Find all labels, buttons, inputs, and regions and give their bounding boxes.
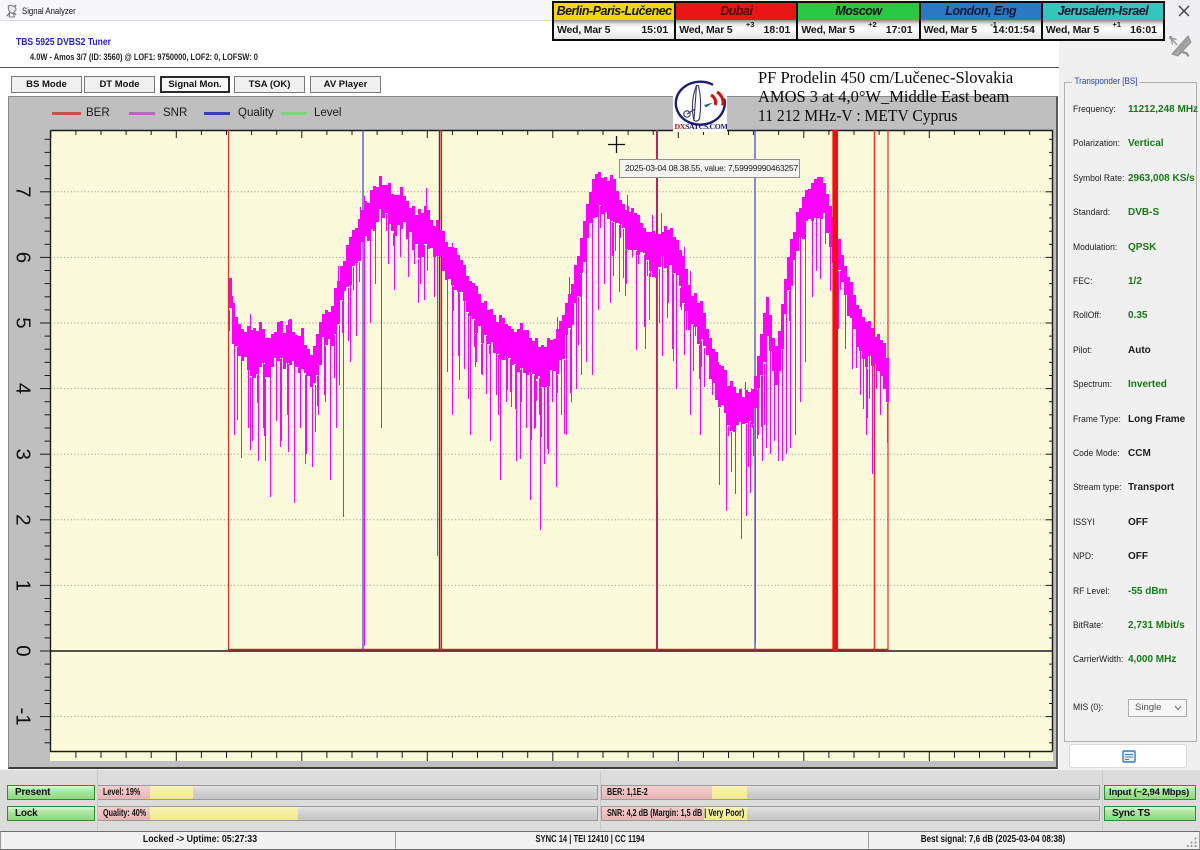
svg-text:7: 7 <box>12 186 35 197</box>
svg-text:4: 4 <box>12 383 35 394</box>
svg-text:DXSATCS.COM: DXSATCS.COM <box>675 122 728 131</box>
svg-text:5: 5 <box>12 317 35 328</box>
svg-text:2: 2 <box>12 514 35 525</box>
svg-text:3: 3 <box>12 448 35 459</box>
svg-text:6: 6 <box>12 252 35 263</box>
svg-text:-1: -1 <box>12 707 35 725</box>
svg-text:1: 1 <box>12 580 35 591</box>
svg-text:0: 0 <box>12 645 35 656</box>
